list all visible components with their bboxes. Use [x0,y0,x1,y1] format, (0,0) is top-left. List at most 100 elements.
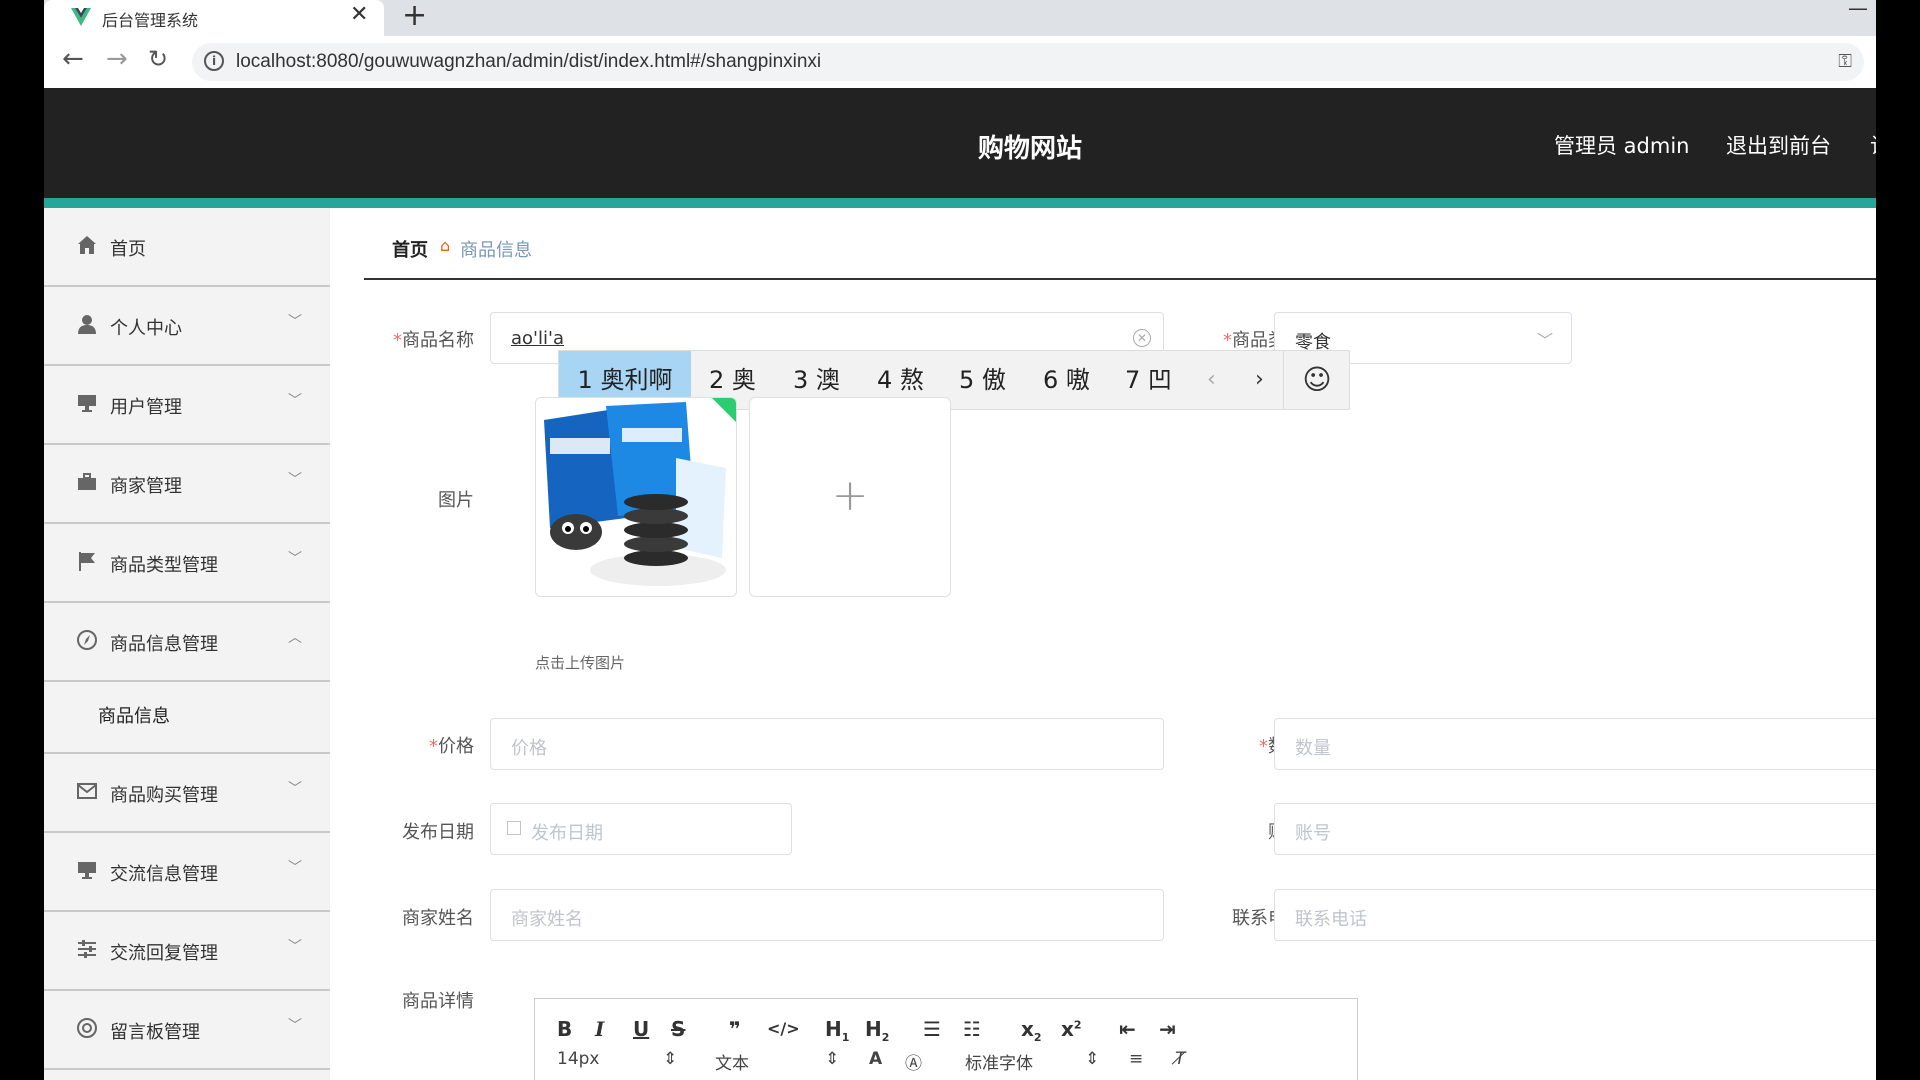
address-bar: ← → ↻ i localhost:8080/gouwuwagnzhan/adm… [44,36,1876,89]
sidebar-item-label: 用户管理 [110,397,182,418]
product-image-thumbnail[interactable] [535,397,737,597]
font-family-select[interactable]: 标准字体 [965,1049,1033,1074]
superscript-icon[interactable]: x2 [1061,1017,1082,1041]
chevron-down-icon: ﹀ [1536,331,1553,350]
merchant-name-label: 商家姓名 [402,908,474,929]
flag-icon [79,552,95,571]
chevron-right-icon[interactable]: › [1255,351,1264,409]
font-color-icon[interactable]: A [869,1049,882,1069]
sidebar-item-label: 个人中心 [110,318,182,339]
breadcrumb: 首页 ⌂ 商品信息 [364,208,1876,280]
sidebar-item-label: 交流回复管理 [110,943,218,964]
chevron-down-icon: ﹀ [288,860,302,876]
forward-icon[interactable]: → [106,44,128,74]
outdent-icon[interactable]: ⇤ [1119,1017,1136,1041]
tab-bar: 后台管理系统 ✕ + — [44,0,1876,36]
bold-icon[interactable]: B [557,1017,572,1041]
clear-icon[interactable]: ✕ [1133,329,1151,347]
sidebar-item-label: 商品购买管理 [110,785,218,806]
tab-title: 后台管理系统 [102,11,199,30]
price-label: *价格 [429,736,474,757]
target-icon [77,1018,97,1038]
publish-date-placeholder: 发布日期 [531,823,603,844]
new-tab-button[interactable]: + [402,0,427,33]
mail-icon [77,783,97,799]
chevron-down-icon: ﹀ [288,551,302,567]
user-icon [78,315,96,334]
emoji-icon[interactable]: ☺ [1283,351,1350,409]
sidebar-subitem-product-info[interactable]: 商品信息 [44,682,330,754]
sidebar-item-exchange-replies[interactable]: 交流回复管理 ﹀ [44,912,330,991]
url-text: localhost:8080/gouwuwagnzhan/admin/dist/… [236,51,822,72]
sidebar-item-product-info[interactable]: 商品信息管理 ︿ [44,603,330,682]
url-field[interactable]: i localhost:8080/gouwuwagnzhan/admin/dis… [192,43,1864,81]
sidebar-item-message-board[interactable]: 留言板管理 ﹀ [44,991,330,1070]
browser-window: 后台管理系统 ✕ + — ← → ↻ i localhost:8080/gouw… [44,0,1876,1080]
account-input[interactable]: 账号 [1274,803,1876,855]
chevron-down-icon: ﹀ [288,393,302,409]
paragraph-select[interactable]: 文本 [715,1049,749,1074]
strike-icon[interactable]: S [671,1017,685,1041]
account-placeholder: 账号 [1295,823,1331,844]
publish-date-input[interactable]: 发布日期 [490,803,792,855]
sidebar: 首页 个人中心 ﹀ 用户管理 ﹀ 商家管理 ﹀ 商品类型管理 ﹀ 商品信息管理 … [44,208,330,1080]
sidebar-item-personal-center[interactable]: 个人中心 ﹀ [44,287,330,366]
indent-icon[interactable]: ⇥ [1159,1017,1176,1041]
info-icon[interactable]: i [204,51,224,71]
chevron-down-icon: ﹀ [288,1018,302,1034]
calendar-icon [507,821,521,835]
header-extra-link[interactable]: 让 [1870,130,1876,160]
user-label: 管理员 admin [1554,134,1690,158]
price-input[interactable]: 价格 [490,718,1164,770]
heading1-icon[interactable]: H1 [825,1017,849,1044]
merchant-name-input[interactable]: 商家姓名 [490,889,1164,941]
sidebar-subitem-label: 商品信息 [98,706,170,727]
product-name-value: ao'li'a [511,328,564,349]
sliders-icon [78,940,96,958]
chevron-up-icon: ︿ [288,630,302,646]
key-icon[interactable]: ⚿ [1838,51,1852,72]
home-icon: ⌂ [440,236,451,255]
rich-text-editor[interactable]: B I U S ❞ </> H1 H2 ☰ ☷ x2 x2 ⇤ ⇥ 14px ⇕… [534,998,1358,1080]
ordered-list-icon[interactable]: ☰ [923,1017,941,1041]
chevron-updown-icon: ⇕ [825,1049,840,1069]
back-icon[interactable]: ← [62,44,84,74]
minimize-icon[interactable]: — [1848,0,1868,20]
reload-icon[interactable]: ↻ [148,45,168,73]
exit-to-frontend-link[interactable]: 退出到前台 [1726,130,1831,160]
compass-icon [77,630,97,650]
phone-input[interactable]: 联系电话 [1274,889,1876,941]
bullet-list-icon[interactable]: ☷ [963,1017,981,1041]
browser-tab[interactable]: 后台管理系统 ✕ [44,0,384,36]
chevron-down-icon: ﹀ [288,781,302,797]
font-size-select[interactable]: 14px [557,1049,599,1069]
close-tab-icon[interactable]: ✕ [350,2,368,27]
sidebar-item-exchange-info[interactable]: 交流信息管理 ﹀ [44,833,330,912]
sidebar-item-home[interactable]: 首页 [44,208,330,287]
monitor-icon [78,395,96,412]
quantity-input[interactable]: 数量 [1274,718,1876,770]
ime-candidate[interactable]: 5 傲 [959,351,1006,409]
sidebar-item-product-types[interactable]: 商品类型管理 ﹀ [44,524,330,603]
ime-candidate[interactable]: 6 嗷 [1043,351,1090,409]
sidebar-item-users[interactable]: 用户管理 ﹀ [44,366,330,445]
quote-icon[interactable]: ❞ [729,1017,741,1041]
chevron-left-icon[interactable]: ‹ [1207,351,1216,409]
heading2-icon[interactable]: H2 [865,1017,889,1044]
ime-candidate[interactable]: 7 凹 [1125,351,1172,409]
chevron-down-icon: ﹀ [288,939,302,955]
background-color-icon[interactable]: Ⓐ [905,1049,922,1074]
clear-format-icon[interactable]: T̸ [1175,1049,1185,1069]
code-icon[interactable]: </> [767,1019,800,1038]
subscript-icon[interactable]: x2 [1021,1017,1042,1044]
underline-icon[interactable]: U [633,1017,649,1041]
sidebar-item-merchants[interactable]: 商家管理 ﹀ [44,445,330,524]
chevron-updown-icon: ⇕ [663,1049,678,1069]
sidebar-item-label: 留言板管理 [110,1022,200,1043]
product-name-label: *商品名称 [393,330,474,351]
align-icon[interactable]: ≡ [1129,1049,1143,1069]
italic-icon[interactable]: I [595,1017,604,1041]
breadcrumb-home[interactable]: 首页 [392,236,428,262]
sidebar-item-purchases[interactable]: 商品购买管理 ﹀ [44,754,330,833]
upload-add-button[interactable]: + [749,397,951,597]
